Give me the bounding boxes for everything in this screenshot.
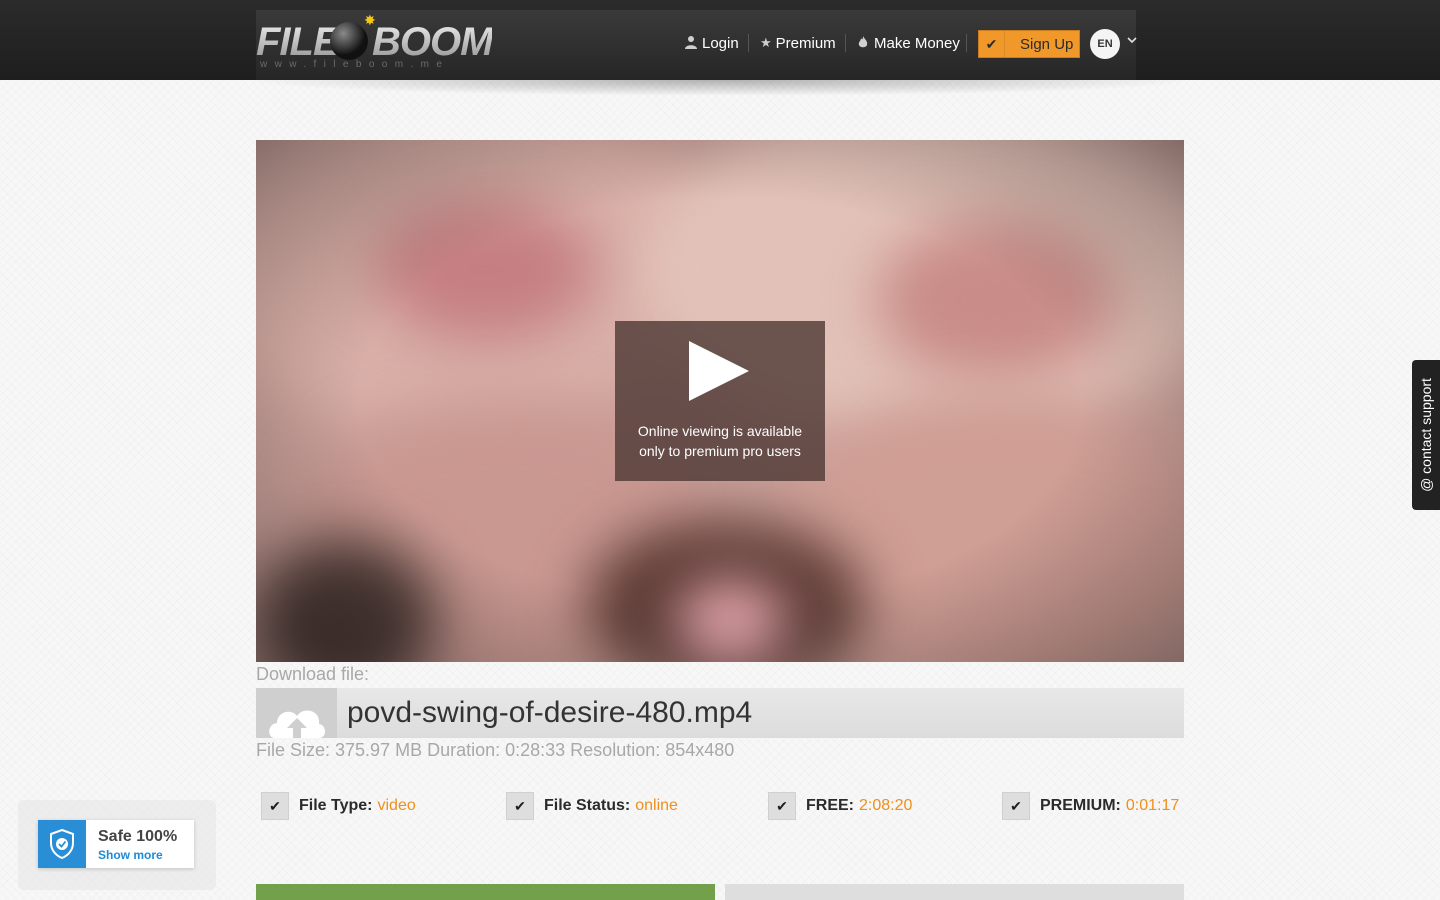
cloud-upload-icon [256, 688, 337, 738]
nav-make-money-label: Make Money [874, 34, 960, 52]
user-icon [684, 35, 698, 52]
play-icon[interactable] [689, 341, 749, 401]
check-icon: ✔ [1002, 792, 1030, 820]
premium-notice: Online viewing is available only to prem… [615, 421, 825, 461]
video-preview[interactable]: Online viewing is available only to prem… [256, 140, 1184, 662]
download-label: Download file: [256, 664, 370, 684]
premium-notice-line2: only to premium pro users [639, 443, 801, 459]
fire-icon [856, 35, 870, 52]
language-selector[interactable]: EN [1090, 29, 1120, 59]
safe-badge[interactable]: Safe 100% Show more [38, 820, 194, 868]
stat-key: FREE: [806, 797, 854, 814]
slow-download-button[interactable] [256, 884, 715, 900]
stat-key: File Status: [544, 797, 631, 814]
contact-support-tab[interactable]: @ contact support [1412, 360, 1440, 510]
bomb-icon [330, 22, 368, 60]
nav-login-label: Login [702, 34, 739, 52]
check-icon: ✔ [979, 31, 1005, 57]
header-shadow [240, 80, 1200, 96]
stat-free-time: ✔ FREE: 2:08:20 [768, 791, 912, 821]
shield-icon [38, 820, 86, 868]
nav-divider [748, 34, 749, 52]
nav-login[interactable]: Login [684, 32, 739, 54]
nav-divider [845, 34, 846, 52]
stat-premium-time: ✔ PREMIUM: 0:01:17 [1002, 791, 1179, 821]
nav-make-money[interactable]: Make Money [856, 32, 960, 54]
safe-badge-title: Safe 100% [98, 828, 178, 845]
stat-value: video [377, 797, 416, 814]
stat-value: 0:01:17 [1125, 797, 1180, 814]
stat-value: 2:08:20 [859, 797, 913, 814]
site-logo[interactable]: FILE ✸ BOOM www.fileboom.me [256, 12, 493, 72]
check-icon: ✔ [261, 792, 289, 820]
stat-file-type: ✔ File Type: video [261, 791, 416, 821]
check-icon: ✔ [768, 792, 796, 820]
contact-support-label: @ contact support [1418, 378, 1434, 492]
file-meta: File Size: 375.97 MB Duration: 0:28:33 R… [256, 740, 735, 760]
logo-tagline: www.fileboom.me [260, 59, 450, 70]
star-icon: ★ [760, 35, 772, 50]
sign-up-label: Sign Up [1020, 35, 1074, 53]
file-name: povd-swing-of-desire-480.mp4 [347, 696, 753, 729]
play-overlay[interactable]: Online viewing is available only to prem… [615, 321, 825, 481]
stat-file-status: ✔ File Status: online [506, 791, 678, 821]
stat-key: PREMIUM: [1040, 797, 1121, 814]
nav-premium-label: Premium [775, 34, 836, 52]
stat-value: online [635, 797, 678, 814]
chevron-down-icon[interactable] [1127, 34, 1137, 48]
sign-up-button[interactable]: ✔ Sign Up [978, 30, 1080, 58]
show-more-link[interactable]: Show more [98, 848, 163, 862]
check-icon: ✔ [506, 792, 534, 820]
file-name-bar: povd-swing-of-desire-480.mp4 [256, 688, 1184, 738]
nav-premium[interactable]: ★ Premium [760, 32, 836, 54]
premium-notice-line1: Online viewing is available [637, 423, 803, 439]
nav-divider [966, 34, 967, 52]
fast-download-button[interactable] [725, 884, 1184, 900]
stat-key: File Type: [299, 797, 373, 814]
